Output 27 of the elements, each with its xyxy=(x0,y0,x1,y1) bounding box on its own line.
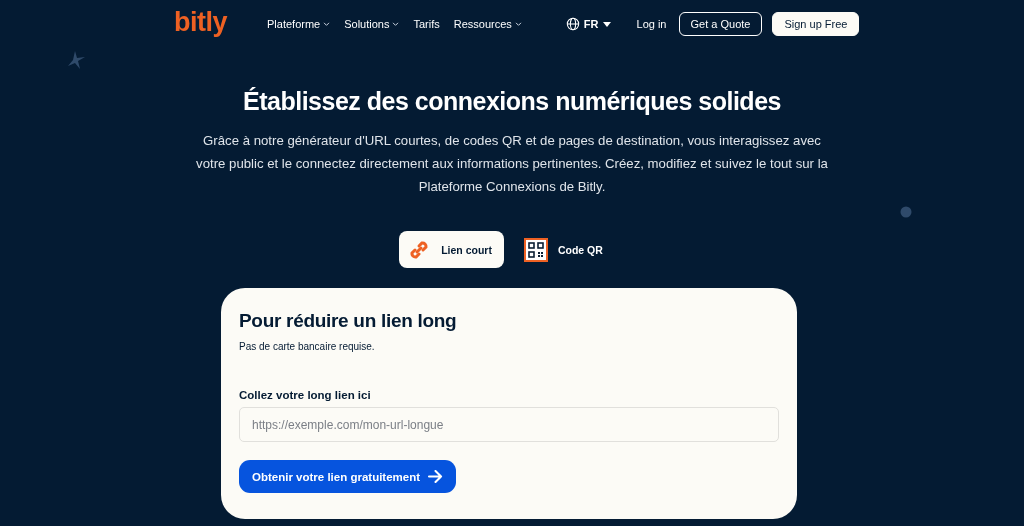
sparkle-icon xyxy=(66,50,86,70)
tab[interactable]: Code QR xyxy=(515,231,615,268)
nav-link[interactable]: Plateforme xyxy=(267,18,331,30)
hero-title: Établissez des connexions numériques solides xyxy=(242,87,782,116)
globe-icon xyxy=(565,17,580,31)
qr-code-icon xyxy=(523,237,548,262)
nav-link[interactable]: Tarifs xyxy=(413,18,440,30)
hero-text: Grâce à notre générateur d'URL courtes, de codes QR et de pages de destination, vous interagissez avec votre public et le connectez directement aux informations pertinentes. Créez, modifiez et suivez le tout sur la Plateforme Connexions de Bitly. xyxy=(195,132,829,196)
dot-icon xyxy=(900,206,912,218)
caret-icon xyxy=(602,21,611,27)
url-input-field[interactable]: https://exemple.com/mon-url-longue xyxy=(239,407,779,442)
nav-link[interactable]: Ressources xyxy=(453,18,522,30)
signup-button[interactable]: Sign up Free xyxy=(772,12,860,36)
logo[interactable]: bitly xyxy=(174,6,227,38)
login-link[interactable]: Log in xyxy=(636,18,667,30)
card-title: Pour réduire un lien long xyxy=(239,310,458,332)
field-label: Collez votre long lien ici xyxy=(239,389,372,401)
arrow-icon xyxy=(428,470,444,483)
chevron-icon xyxy=(514,21,522,27)
chevron-icon xyxy=(392,21,400,27)
card-subtitle: Pas de carte bancaire requise. xyxy=(239,341,376,352)
chevron-icon xyxy=(323,21,331,27)
get-link-button[interactable]: Obtenir votre lien gratuitement xyxy=(239,460,457,493)
quote-button[interactable]: Get a Quote xyxy=(678,12,763,36)
tab[interactable]: Lien court xyxy=(399,231,504,268)
language-selector[interactable]: FR xyxy=(565,17,611,31)
nav-link[interactable]: Solutions xyxy=(344,18,400,30)
